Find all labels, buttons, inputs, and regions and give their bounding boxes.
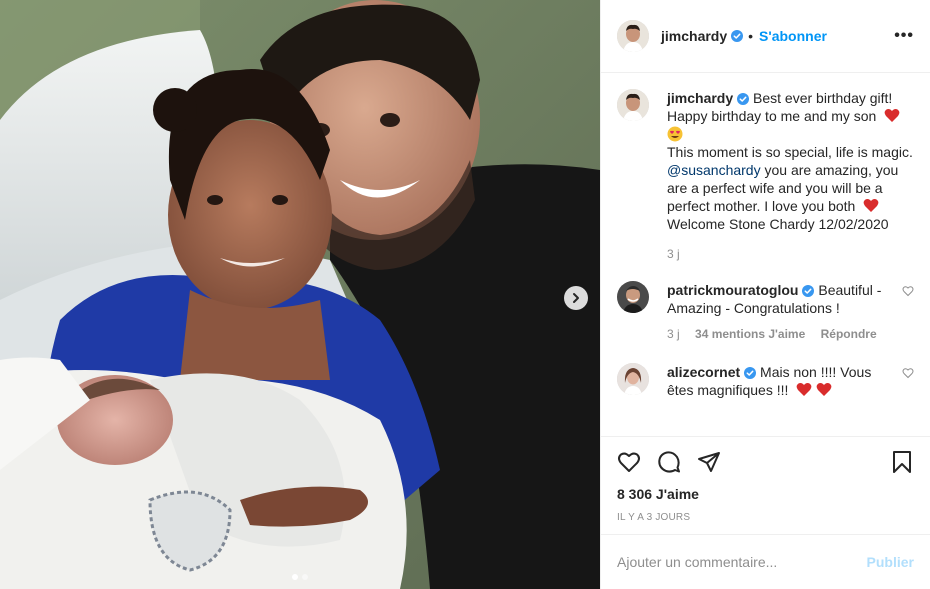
author-avatar[interactable] (617, 20, 649, 52)
red-heart-emoji-icon (863, 199, 879, 212)
caption-line-1: Best ever birthday gift! (753, 90, 893, 106)
carousel-indicator (0, 574, 600, 580)
commenter-avatar[interactable] (617, 363, 649, 395)
comment-time[interactable]: 3 j (667, 327, 680, 341)
comments-list: jimchardy Best ever birthday gift! Happy… (601, 73, 930, 436)
comment-input[interactable] (617, 554, 867, 570)
caption-line-5: Welcome Stone Chardy 12/02/2020 (667, 216, 889, 232)
caption-mention[interactable]: @susanchardy (667, 162, 761, 178)
separator-dot: • (748, 28, 754, 44)
like-comment-heart-icon[interactable] (902, 367, 914, 379)
verified-badge-icon (744, 367, 757, 380)
caption: jimchardy Best ever birthday gift! Happy… (617, 89, 914, 233)
more-options-button[interactable]: ••• (894, 27, 914, 45)
avatar-image (617, 363, 649, 395)
avatar-image (617, 89, 649, 121)
comment-author[interactable]: patrickmouratoglou (667, 282, 798, 298)
comment-item: alizecornet Mais non !!!! Vous êtes magn… (617, 363, 914, 399)
caption-line-3: This moment is so special, life is magic… (667, 144, 913, 160)
commenter-avatar[interactable] (617, 281, 649, 313)
caption-meta: 3 j (667, 247, 914, 261)
bookmark-icon[interactable] (890, 450, 914, 474)
post-date[interactable]: IL Y A 3 JOURS (601, 508, 930, 534)
verified-badge-icon (737, 93, 750, 106)
red-heart-emoji-icon (816, 383, 832, 396)
verified-badge-icon (731, 30, 744, 42)
author-username[interactable]: jimchardy (661, 28, 727, 44)
reply-button[interactable]: Répondre (821, 327, 877, 341)
caption-avatar[interactable] (617, 89, 649, 121)
post-modal: jimchardy • S'abonner ••• jimchardy Best… (0, 0, 930, 589)
heart-icon[interactable] (617, 450, 641, 474)
comment-icon[interactable] (657, 450, 681, 474)
add-comment-bar: Publier (601, 534, 930, 589)
comment-likes[interactable]: 34 mentions J'aime (695, 327, 805, 341)
verified-badge-icon (802, 285, 815, 298)
like-comment-heart-icon[interactable] (902, 285, 914, 297)
post-photo[interactable] (0, 0, 600, 589)
comment-text: patrickmouratoglou Beautiful - Amazing -… (667, 281, 894, 317)
avatar-image (617, 20, 649, 52)
caption-text: jimchardy Best ever birthday gift! Happy… (667, 89, 914, 233)
comment-text: alizecornet Mais non !!!! Vous êtes magn… (667, 363, 894, 399)
red-heart-emoji-icon (796, 383, 812, 396)
post-actions (601, 436, 930, 486)
comment-author[interactable]: alizecornet (667, 364, 740, 380)
next-slide-button[interactable] (564, 286, 588, 310)
post-side-panel: jimchardy • S'abonner ••• jimchardy Best… (600, 0, 930, 589)
caption-author[interactable]: jimchardy (667, 90, 733, 106)
caption-time[interactable]: 3 j (667, 247, 680, 261)
like-count[interactable]: 8 306 J'aime (601, 486, 930, 508)
publish-button[interactable]: Publier (867, 554, 914, 570)
chevron-right-icon (573, 293, 579, 303)
comment-item: patrickmouratoglou Beautiful - Amazing -… (617, 281, 914, 317)
carousel-dot-active (292, 574, 298, 580)
carousel-dot (302, 574, 308, 580)
photo-scene (0, 0, 600, 589)
share-icon[interactable] (697, 450, 721, 474)
heart-eyes-emoji-icon (667, 126, 683, 142)
red-heart-emoji-icon (884, 109, 900, 122)
comment-meta: 3 j 34 mentions J'aime Répondre (667, 327, 914, 341)
caption-line-2: Happy birthday to me and my son (667, 108, 877, 124)
avatar-image (617, 281, 649, 313)
post-header: jimchardy • S'abonner ••• (601, 0, 930, 73)
follow-button[interactable]: S'abonner (759, 28, 827, 44)
